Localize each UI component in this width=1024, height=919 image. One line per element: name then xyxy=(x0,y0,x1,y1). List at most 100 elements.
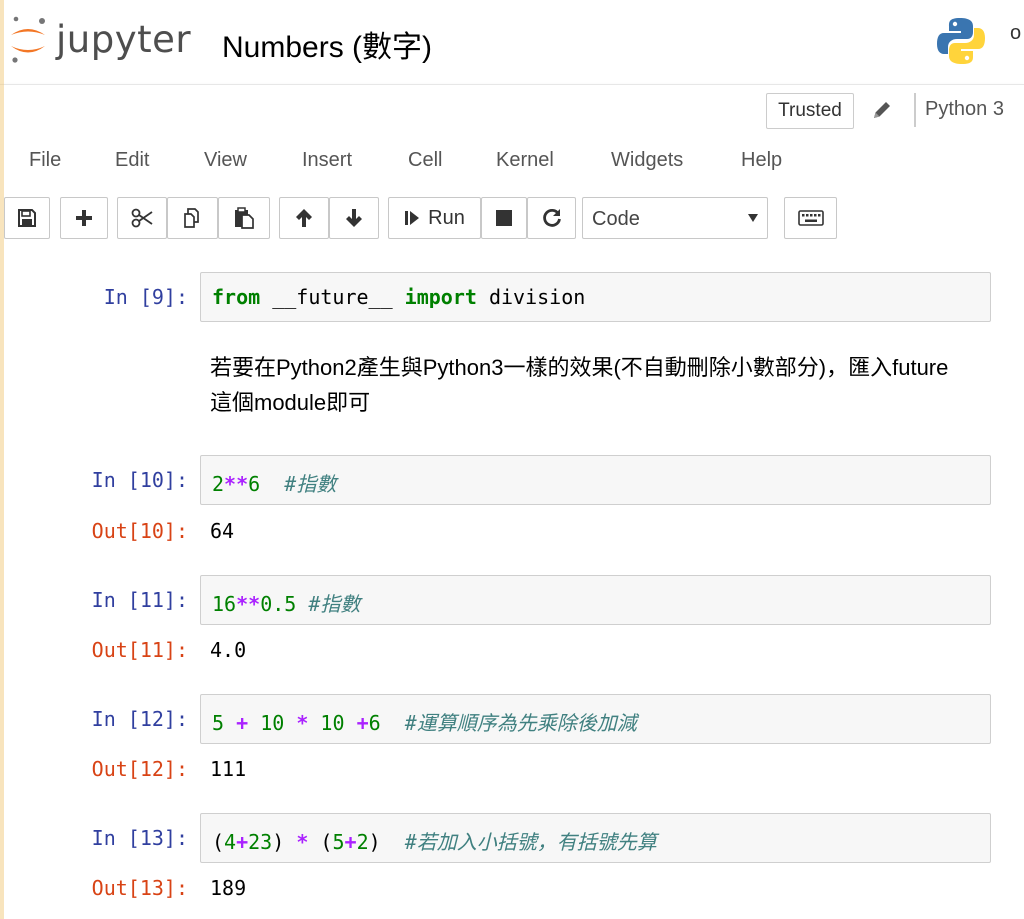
keyboard-icon xyxy=(797,210,824,226)
menu-insert[interactable]: Insert xyxy=(302,149,352,172)
jupyter-logo-icon[interactable] xyxy=(8,14,48,64)
save-button[interactable] xyxy=(4,197,50,239)
plus-icon xyxy=(76,210,92,226)
menu-view[interactable]: View xyxy=(204,149,247,172)
paste-button[interactable] xyxy=(218,197,270,239)
kernel-name[interactable]: Python 3 xyxy=(925,98,1004,121)
menubar-area: Trusted Python 3 File Edit View Insert C… xyxy=(0,84,1024,247)
move-up-button[interactable] xyxy=(279,197,329,239)
user-menu-fragment[interactable]: o xyxy=(1010,22,1024,45)
code-token: division xyxy=(476,285,586,309)
copy-icon xyxy=(183,208,199,228)
code-token: from xyxy=(212,285,261,309)
code-token: ** xyxy=(236,592,261,616)
code-token: ( xyxy=(320,830,333,854)
code-line: (4+23) * (5+2) #若加入小括號，有括號先算 xyxy=(212,826,657,855)
code-cell-input[interactable]: from __future__ import division xyxy=(200,272,991,322)
code-comment: #若加入小括號，有括號先算 xyxy=(404,830,657,854)
code-token: ) xyxy=(272,830,285,854)
code-token: 4 xyxy=(224,830,237,854)
menu-edit[interactable]: Edit xyxy=(115,149,149,172)
trusted-button[interactable]: Trusted xyxy=(766,93,854,129)
code-token: 6 xyxy=(368,711,381,735)
header-bar: jupyter Numbers (數字) o xyxy=(0,0,1024,84)
output-prompt: Out[12]: xyxy=(91,757,188,781)
code-token: ( xyxy=(212,830,225,854)
output-prompt: Out[10]: xyxy=(91,519,188,543)
code-token: + xyxy=(236,711,249,735)
arrow-up-icon xyxy=(296,209,312,227)
notebook-container: In [9]: from __future__ import division … xyxy=(0,247,1024,919)
code-line: from __future__ import division xyxy=(212,285,585,309)
code-cell-input[interactable]: 16**0.5 #指數 xyxy=(200,575,991,625)
stop-icon xyxy=(496,210,512,226)
markdown-cell[interactable]: 若要在Python2產生與Python3一樣的效果(不自動刪除小數部分)，匯入f… xyxy=(210,350,970,420)
menu-file[interactable]: File xyxy=(29,149,61,172)
code-comment: #運算順序為先乘除後加減 xyxy=(404,711,637,735)
cell-output: 4.0 xyxy=(210,638,247,662)
save-icon xyxy=(18,209,36,227)
insert-cell-button[interactable] xyxy=(60,197,108,239)
arrow-down-icon xyxy=(346,209,362,227)
run-label: Run xyxy=(428,206,465,229)
code-token: ** xyxy=(224,472,249,496)
code-token: * xyxy=(296,830,309,854)
input-prompt: In [11]: xyxy=(91,588,188,612)
jupyter-wordmark[interactable]: jupyter xyxy=(56,18,191,61)
menu-widgets[interactable]: Widgets xyxy=(611,149,683,172)
output-prompt: Out[13]: xyxy=(91,876,188,900)
code-comment: #指數 xyxy=(284,472,337,496)
notebook-title[interactable]: Numbers (數字) xyxy=(222,22,432,66)
code-token: + xyxy=(236,830,249,854)
input-prompt: In [10]: xyxy=(91,468,188,492)
menu-kernel[interactable]: Kernel xyxy=(496,149,554,172)
move-down-button[interactable] xyxy=(329,197,379,239)
cell-type-select[interactable]: Code xyxy=(582,197,768,239)
code-token: 6 xyxy=(248,472,261,496)
cell-type-value: Code xyxy=(592,208,640,230)
output-prompt: Out[11]: xyxy=(91,638,188,662)
code-token: import xyxy=(404,285,477,309)
code-line: 16**0.5 #指數 xyxy=(212,588,360,617)
left-accent-stripe xyxy=(0,0,4,919)
caret-down-icon xyxy=(748,214,758,222)
code-token: + xyxy=(344,830,357,854)
run-button[interactable]: Run xyxy=(388,197,481,239)
code-comment: #指數 xyxy=(308,592,361,616)
code-token: 10 xyxy=(260,711,285,735)
cell-output: 64 xyxy=(210,519,235,543)
code-cell-input[interactable]: (4+23) * (5+2) #若加入小括號，有括號先算 xyxy=(200,813,991,863)
menu-cell[interactable]: Cell xyxy=(408,149,442,172)
code-token: * xyxy=(296,711,309,735)
kernel-divider xyxy=(914,93,916,127)
code-token: 16 xyxy=(212,592,237,616)
code-cell-input[interactable]: 2**6 #指數 xyxy=(200,455,991,505)
code-token: 23 xyxy=(248,830,273,854)
code-token: 5 xyxy=(332,830,345,854)
copy-button[interactable] xyxy=(167,197,218,239)
code-token: 2 xyxy=(356,830,369,854)
clipboard-icon xyxy=(235,207,254,229)
pencil-icon[interactable] xyxy=(871,99,893,121)
restart-button[interactable] xyxy=(527,197,576,239)
code-token: 10 xyxy=(320,711,345,735)
cut-button[interactable] xyxy=(117,197,167,239)
code-token: ) xyxy=(368,830,381,854)
menu-help[interactable]: Help xyxy=(741,149,782,172)
scissors-icon xyxy=(131,208,153,228)
interrupt-button[interactable] xyxy=(481,197,527,239)
code-cell-input[interactable]: 5 + 10 * 10 +6 #運算順序為先乘除後加減 xyxy=(200,694,991,744)
input-prompt: In [13]: xyxy=(91,826,188,850)
command-palette-button[interactable] xyxy=(784,197,837,239)
restart-icon xyxy=(542,209,561,227)
code-line: 2**6 #指數 xyxy=(212,468,336,497)
